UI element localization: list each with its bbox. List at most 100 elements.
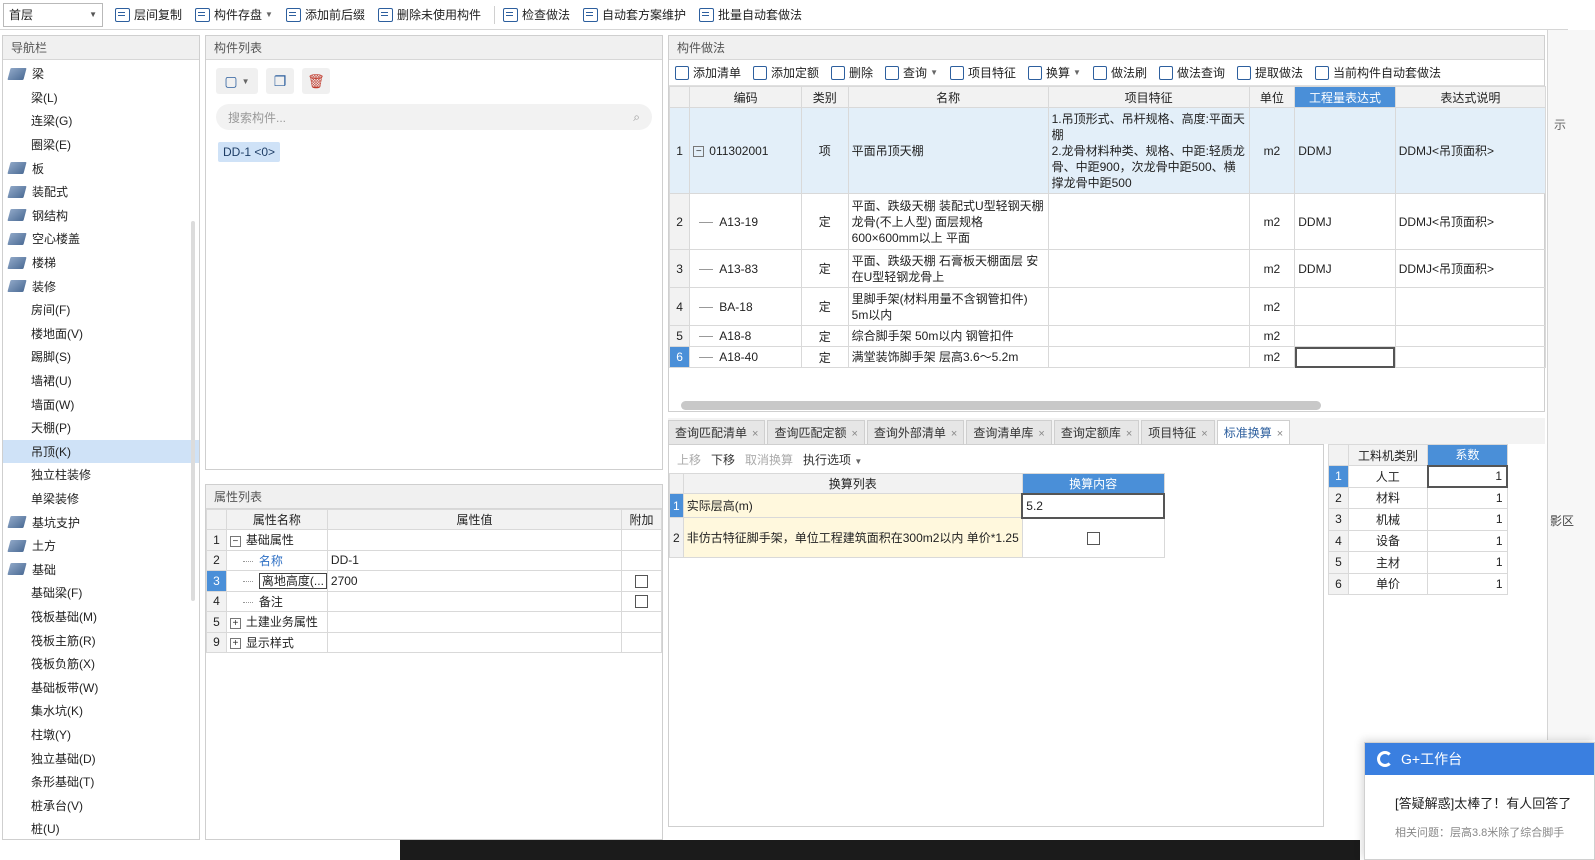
nav-item[interactable]: 筏板负筋(X) xyxy=(3,652,199,676)
nav-item[interactable]: 桩承台(V) xyxy=(3,793,199,817)
desc-cell[interactable]: DDMJ<吊顶面积> xyxy=(1394,193,1547,250)
attribute-row[interactable]: 5 + 土建业务属性 xyxy=(206,611,662,633)
type-cell[interactable]: 定 xyxy=(800,193,849,250)
method-row[interactable]: 4 BA-18 定里脚手架(材料用量不含钢管扣件) 5m以内 m2 xyxy=(668,287,1547,326)
move-up-button[interactable]: 上移 xyxy=(677,451,701,468)
extra-checkbox[interactable] xyxy=(635,595,649,609)
new-component-button[interactable]: ▢ ▼ xyxy=(216,68,258,94)
workbench-popup[interactable]: G+工作台 [答疑解惑]太棒了！有人回答了 相关问题：层高3.8米除了综合脚手 xyxy=(1364,742,1595,860)
code-cell[interactable]: A13-83 xyxy=(689,249,802,288)
nav-item[interactable]: 梁(L) xyxy=(3,86,199,110)
batch-auto-button[interactable]: 批量自动套做法 xyxy=(695,3,806,27)
attribute-row[interactable]: 1− 基础属性 xyxy=(206,529,662,551)
bottom-tab[interactable]: 查询清单库 × xyxy=(966,420,1052,444)
delete-button[interactable]: 删除 xyxy=(831,64,873,81)
attr-value[interactable] xyxy=(326,590,623,612)
add-list-button[interactable]: 添加清单 xyxy=(675,64,741,81)
close-icon[interactable]: × xyxy=(752,428,758,440)
code-cell[interactable]: −011302001 xyxy=(689,107,802,194)
attribute-row[interactable]: 2 名称 DD-1 xyxy=(206,549,662,571)
move-down-button[interactable]: 下移 xyxy=(711,451,735,468)
cancel-conversion-button[interactable]: 取消换算 xyxy=(745,451,793,468)
name-cell[interactable]: 平面、跌级天棚 装配式U型轻钢天棚龙骨(不上人型) 面层规格600×600mm以… xyxy=(847,193,1049,250)
nav-item[interactable]: 筏板基础(M) xyxy=(3,605,199,629)
coefficient-row[interactable]: 6 单价 1 xyxy=(1328,572,1508,595)
save-component-button[interactable]: 构件存盘 ▼ xyxy=(191,3,277,27)
search-input[interactable]: 搜索构件... xyxy=(228,109,286,126)
nav-item[interactable]: 楼梯 xyxy=(3,251,199,275)
nav-item[interactable]: 土方 xyxy=(3,534,199,558)
copy-between-floors-button[interactable]: 层间复制 xyxy=(111,3,186,27)
attr-value[interactable]: DD-1 xyxy=(326,549,623,571)
nav-item[interactable]: 筏板主筋(R) xyxy=(3,628,199,652)
method-row[interactable]: 3 A13-83 定平面、跌级天棚 石膏板天棚面层 安在U型轻钢龙骨上 m2 DDMJ D… xyxy=(668,249,1547,288)
conversion-row[interactable]: 2 非仿古特征脚手架，单位工程建筑面积在300m2以内 单价*1.25 xyxy=(669,517,1165,558)
component-item[interactable]: DD-1 <0> xyxy=(218,142,281,162)
add-quota-button[interactable]: 添加定额 xyxy=(753,64,819,81)
nav-scrollbar[interactable] xyxy=(191,221,195,601)
workbench-related[interactable]: 相关问题：层高3.8米除了综合脚手 xyxy=(1365,812,1594,840)
unit-cell[interactable]: m2 xyxy=(1248,287,1296,326)
nav-item[interactable]: 圈梁(E) xyxy=(3,133,199,157)
desc-cell[interactable] xyxy=(1394,287,1547,326)
expr-cell[interactable] xyxy=(1294,287,1396,326)
attribute-row[interactable]: 3 离地高度(... 2700 xyxy=(206,570,662,592)
name-cell[interactable]: 里脚手架(材料用量不含钢管扣件) 5m以内 xyxy=(847,287,1049,326)
method-brush-button[interactable]: 做法刷 xyxy=(1092,64,1147,81)
bottom-tab[interactable]: 查询外部清单 × xyxy=(866,420,965,444)
close-icon[interactable]: × xyxy=(951,428,957,440)
nav-item[interactable]: 条形基础(T) xyxy=(3,770,199,794)
horizontal-scrollbar[interactable] xyxy=(681,401,1321,410)
expand-icon[interactable]: + xyxy=(229,617,241,629)
name-cell[interactable]: 平面吊顶天棚 xyxy=(847,107,1049,194)
nav-item[interactable]: 钢结构 xyxy=(3,204,199,228)
coefficient-row[interactable]: 3 机械 1 xyxy=(1328,508,1508,531)
nav-item[interactable]: 集水坑(K) xyxy=(3,699,199,723)
name-cell[interactable]: 综合脚手架 50m以内 钢管扣件 xyxy=(847,325,1049,347)
nav-item[interactable]: 天棚(P) xyxy=(3,416,199,440)
coefficient-value[interactable]: 1 xyxy=(1427,572,1508,595)
nav-item[interactable]: 装配式 xyxy=(3,180,199,204)
close-icon[interactable]: × xyxy=(1201,428,1207,440)
coefficient-value[interactable]: 1 xyxy=(1426,464,1509,488)
feature-cell[interactable] xyxy=(1047,287,1250,326)
nav-item[interactable]: 吊顶(K) xyxy=(3,439,199,464)
bottom-tab[interactable]: 标准换算 × xyxy=(1216,420,1291,444)
execute-options-button[interactable]: 执行选项 ▼ xyxy=(803,451,862,468)
method-row[interactable]: 6 A18-40 定满堂装饰脚手架 层高3.6～5.2m m2 xyxy=(668,346,1547,368)
desc-cell[interactable]: DDMJ<吊顶面积> xyxy=(1394,249,1547,288)
nav-item[interactable]: 楼地面(V) xyxy=(3,322,199,346)
nav-item[interactable]: 踢脚(S) xyxy=(3,345,199,369)
collapse-icon[interactable]: − xyxy=(229,535,241,547)
nav-item[interactable]: 墙裙(U) xyxy=(3,369,199,393)
nav-item[interactable]: 独立柱装修 xyxy=(3,463,199,487)
feature-cell[interactable] xyxy=(1047,346,1250,368)
attr-value[interactable] xyxy=(326,631,623,653)
nav-item[interactable]: 独立基础(D) xyxy=(3,746,199,770)
desc-cell[interactable] xyxy=(1394,346,1547,368)
unit-cell[interactable]: m2 xyxy=(1248,346,1296,368)
coefficient-value[interactable]: 1 xyxy=(1427,508,1508,531)
feature-cell[interactable] xyxy=(1047,249,1250,288)
convert-button[interactable]: 换算 ▼ xyxy=(1028,64,1081,81)
collapse-icon[interactable]: − xyxy=(693,145,705,157)
close-icon[interactable]: × xyxy=(1126,428,1132,440)
close-icon[interactable]: × xyxy=(1038,428,1044,440)
floor-select[interactable]: 首层 ▼ xyxy=(3,2,103,27)
component-search[interactable]: 搜索构件... ⌕ xyxy=(216,104,652,130)
conversion-content-cell[interactable]: 5.2 xyxy=(1021,492,1165,519)
nav-item[interactable]: 墙面(W) xyxy=(3,392,199,416)
extra-checkbox[interactable] xyxy=(635,574,649,588)
nav-item[interactable]: 连梁(G) xyxy=(3,109,199,133)
nav-item[interactable]: 梁 xyxy=(3,62,199,86)
close-icon[interactable]: × xyxy=(1277,428,1283,440)
nav-item[interactable]: 基础板带(W) xyxy=(3,675,199,699)
code-cell[interactable]: A13-19 xyxy=(689,193,802,250)
type-cell[interactable]: 定 xyxy=(800,287,849,326)
nav-item[interactable]: 桩(U) xyxy=(3,817,199,841)
bottom-tab[interactable]: 项目特征 × xyxy=(1141,420,1215,444)
expr-cell[interactable]: DDMJ xyxy=(1294,107,1396,194)
expr-cell[interactable] xyxy=(1294,346,1396,368)
query-button[interactable]: 查询 ▼ xyxy=(885,64,938,81)
coefficient-row[interactable]: 5 主材 1 xyxy=(1328,551,1508,574)
